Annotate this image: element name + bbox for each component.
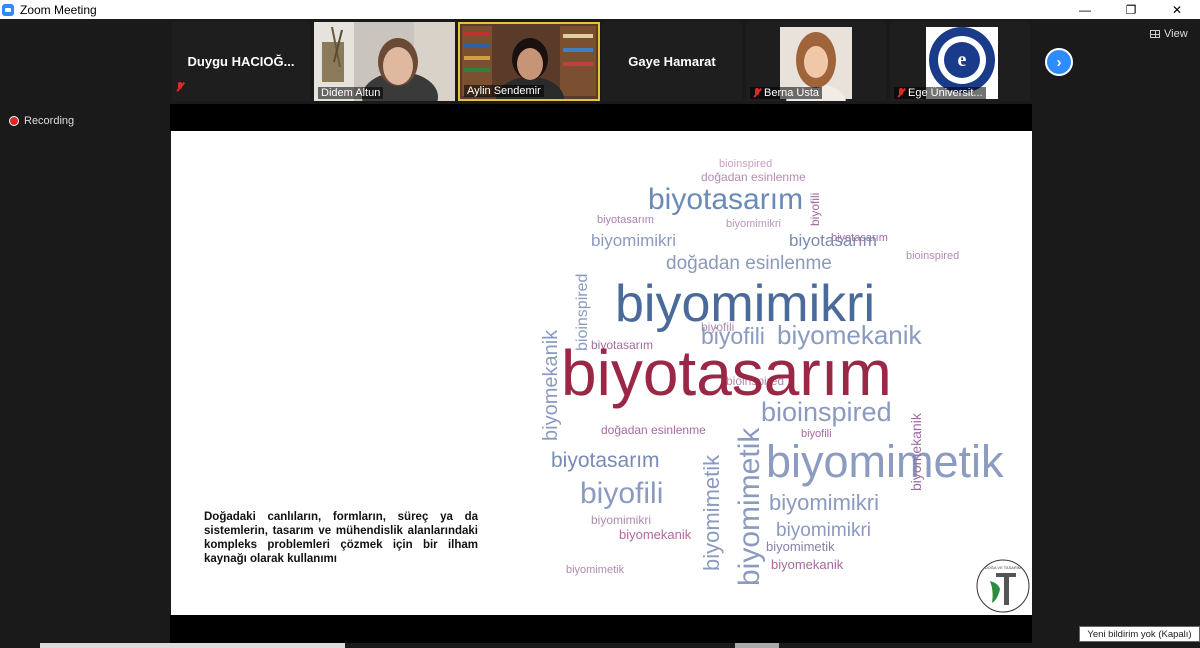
- word-cloud-word: biyomimikri: [615, 275, 875, 333]
- screen-share-bottom-bar: [170, 615, 1032, 643]
- word-cloud-word: doğadan esinlenme: [701, 170, 806, 184]
- participant-tile-video[interactable]: Berna Usta: [746, 22, 886, 101]
- word-cloud-word: biyomekanik: [908, 412, 924, 491]
- participant-label: Didem Altun: [318, 87, 384, 99]
- word-cloud-word: bioinspired: [574, 274, 591, 351]
- participant-name: Aylin Sendemir: [467, 85, 541, 97]
- word-cloud-word: doğadan esinlenme: [666, 253, 832, 274]
- word-cloud-word: biyomimetik: [733, 427, 766, 586]
- minimize-button[interactable]: —: [1062, 0, 1108, 19]
- word-cloud-word: biyotasarım: [597, 214, 654, 226]
- word-cloud-word: bioinspired: [719, 158, 772, 170]
- word-cloud-word: biyomimikri: [726, 218, 781, 230]
- record-icon: [9, 116, 19, 126]
- participant-tile[interactable]: Duygu HACIOĞ...: [172, 22, 310, 101]
- participant-tile-video[interactable]: e Ege Üniversit...: [890, 22, 1030, 101]
- recording-indicator[interactable]: Recording: [9, 115, 74, 127]
- word-cloud-word: biyomimetik: [766, 539, 835, 554]
- word-cloud-word: biyofili: [580, 477, 663, 510]
- mic-muted-icon: [753, 88, 761, 98]
- word-cloud-word: biyomimikri: [776, 520, 871, 541]
- title-bar: Zoom Meeting — ❐ ✕: [0, 0, 1200, 19]
- word-cloud-word: bioinspired: [906, 250, 959, 262]
- shared-slide: bioinspired doğadan esinlenme biyotasarı…: [171, 131, 1032, 615]
- word-cloud-word: biyomimikri: [591, 231, 676, 250]
- doga-tasarim-logo: DOĞA VE TASARIM: [976, 559, 1030, 613]
- next-page-button[interactable]: ›: [1045, 48, 1073, 76]
- mic-muted-icon: [176, 79, 184, 97]
- word-cloud-word: biyotasarım: [561, 337, 892, 409]
- view-button[interactable]: View: [1150, 28, 1188, 40]
- word-cloud-word: biyotasarım: [551, 449, 660, 472]
- notification-tooltip: Yeni bildirim yok (Kapalı): [1079, 626, 1200, 642]
- recording-label: Recording: [24, 115, 75, 127]
- word-cloud-word: doğadan esinlenme: [601, 423, 706, 437]
- word-cloud-word: biyomekanik: [771, 557, 844, 572]
- participant-tile-active-speaker[interactable]: Aylin Sendemir: [458, 22, 600, 101]
- close-button[interactable]: ✕: [1154, 0, 1200, 19]
- participant-name: Gaye Hamarat: [628, 54, 716, 69]
- word-cloud-word: biyomimikri: [769, 490, 879, 515]
- word-cloud-word: biyomekanik: [540, 329, 562, 441]
- word-cloud-word: biyomekanik: [619, 527, 692, 542]
- svg-text:e: e: [958, 49, 967, 71]
- participant-name: Berna Usta: [764, 87, 820, 99]
- participant-name: Ege Üniversit...: [908, 87, 983, 99]
- grid-view-icon: [1150, 30, 1160, 38]
- participant-name: Didem Altun: [321, 87, 381, 99]
- taskbar-strip: [40, 643, 345, 648]
- participant-tile-video[interactable]: Didem Altun: [314, 22, 455, 101]
- zoom-app-icon: [2, 3, 14, 16]
- participant-name: Duygu HACIOĞ...: [187, 54, 295, 69]
- participant-label: Berna Usta: [750, 87, 823, 99]
- word-cloud-word: biyomimikri: [591, 513, 651, 527]
- taskbar-strip: [735, 643, 779, 648]
- participant-label: Ege Üniversit...: [894, 87, 986, 99]
- window-title: Zoom Meeting: [20, 2, 97, 17]
- participant-gallery-strip: Duygu HACIOĞ... Didem Altun Aylin Sendem…: [170, 19, 1032, 104]
- word-cloud-word: biyofili: [808, 193, 822, 226]
- view-button-label: View: [1164, 28, 1188, 40]
- screen-share-top-bar: [170, 104, 1032, 131]
- word-cloud-word: biyotasarım: [789, 231, 877, 250]
- slide-description: Doğadaki canlıların, formların, süreç ya…: [204, 511, 478, 565]
- word-cloud-word: biyotasarım: [648, 183, 803, 216]
- participant-label: Aylin Sendemir: [464, 85, 544, 97]
- svg-text:DOĞA VE TASARIM: DOĞA VE TASARIM: [985, 565, 1022, 570]
- mic-muted-icon: [897, 88, 905, 98]
- word-cloud-word: biyomimetik: [566, 564, 625, 576]
- word-cloud-word: biyomimetik: [766, 436, 1004, 487]
- participant-tile[interactable]: Gaye Hamarat: [602, 22, 742, 101]
- chevron-right-icon: ›: [1056, 53, 1062, 71]
- word-cloud-word: biyomimetik: [699, 454, 724, 571]
- restore-button[interactable]: ❐: [1108, 0, 1154, 19]
